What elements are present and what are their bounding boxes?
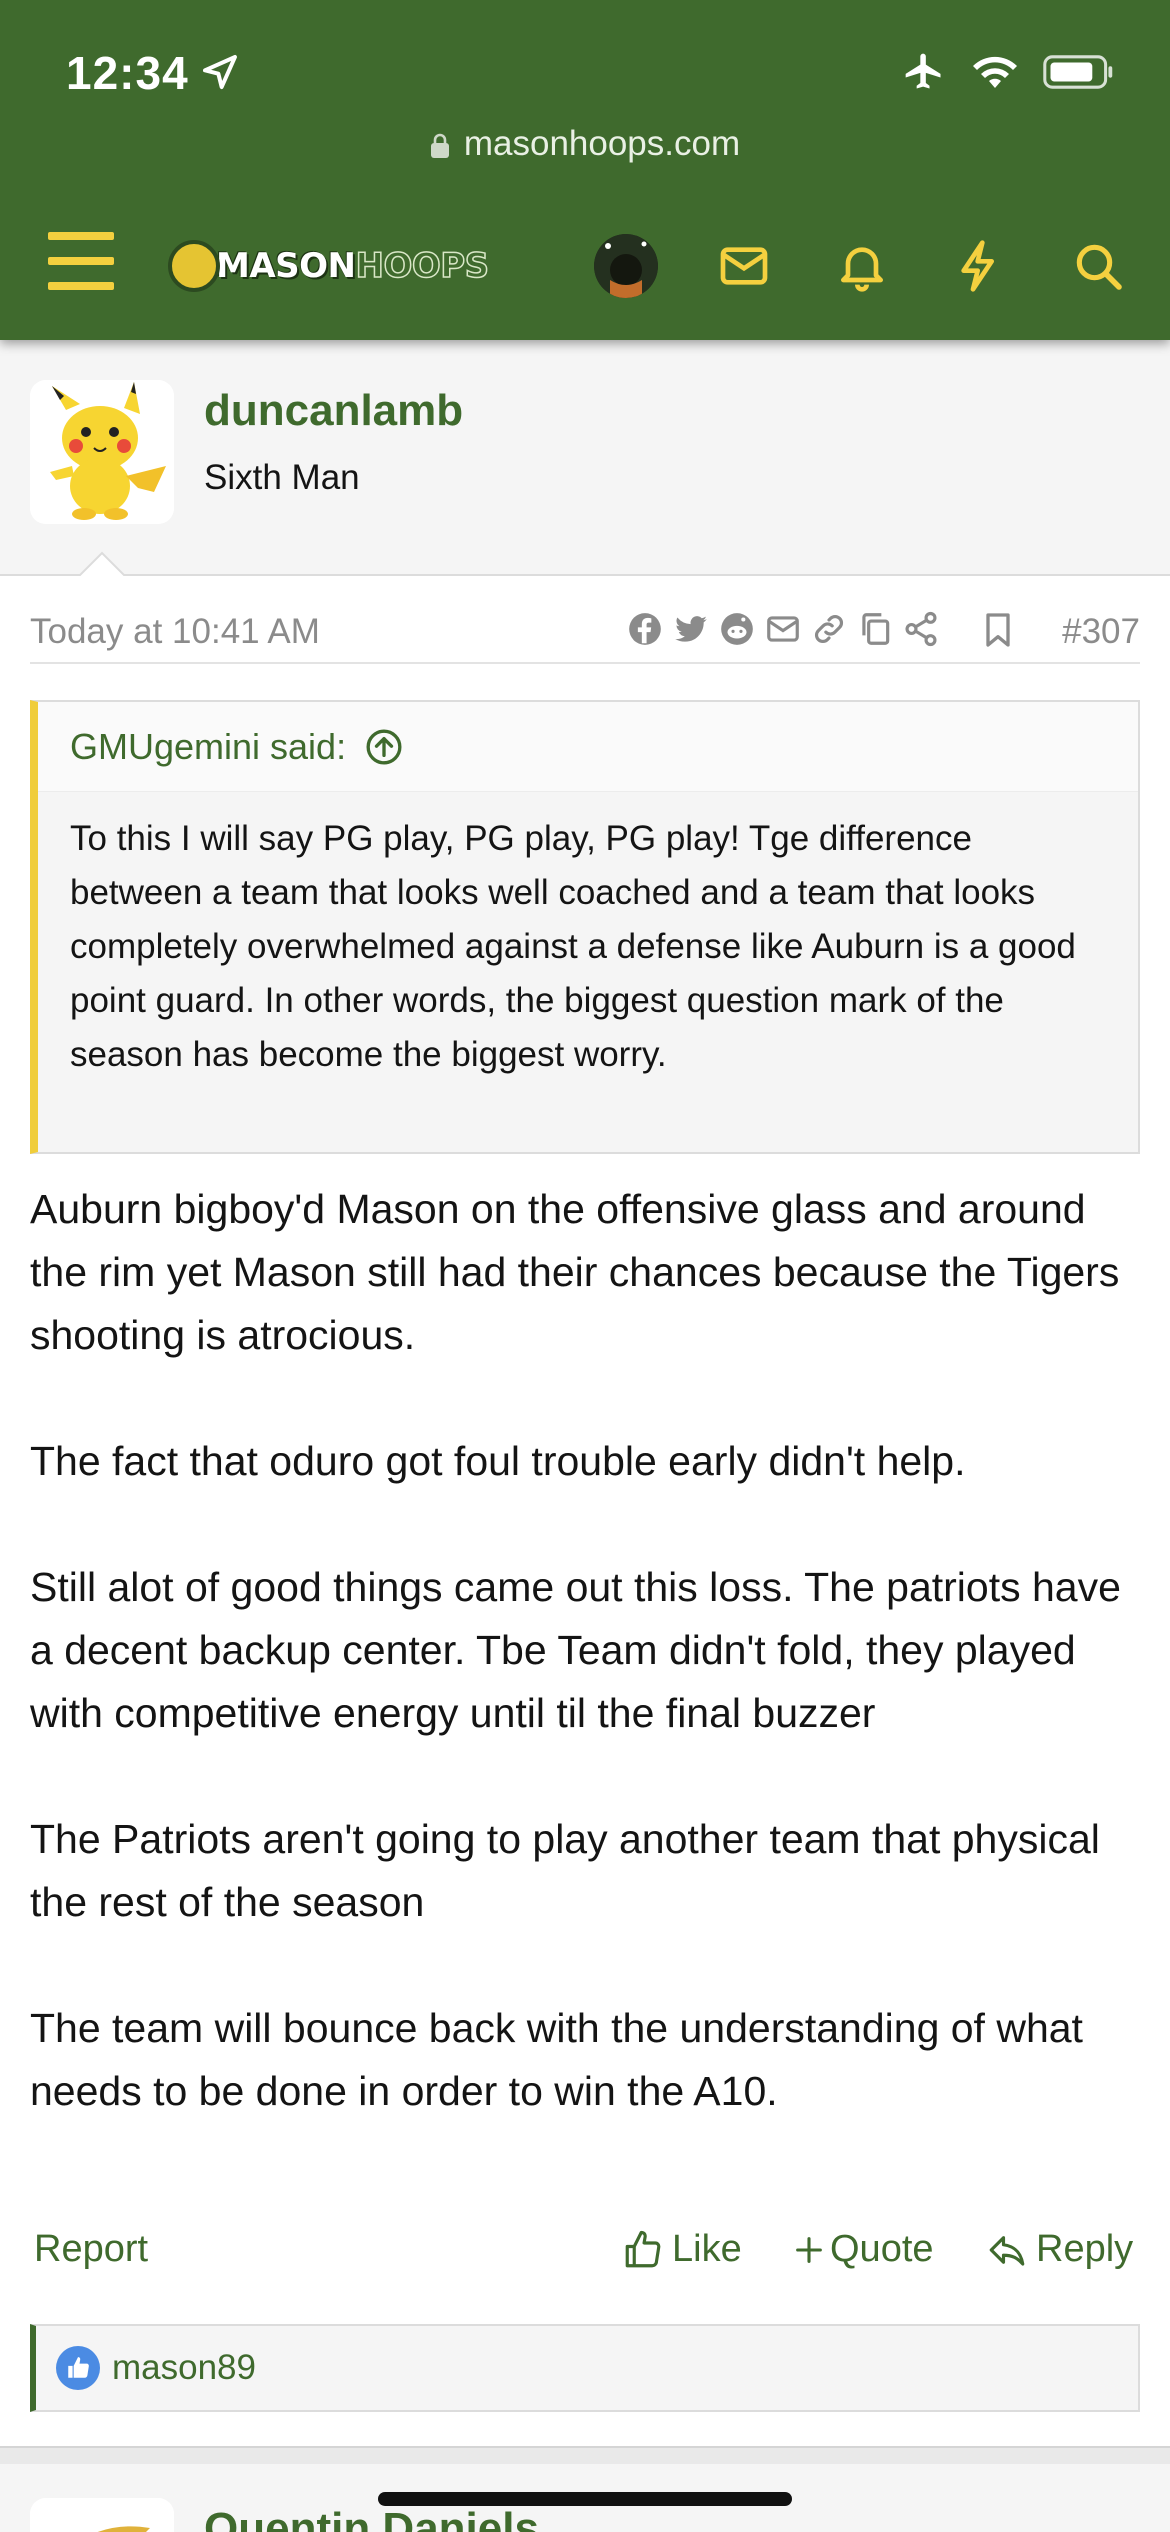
like-reaction-icon [56, 2346, 100, 2390]
post-message: Auburn bigboy'd Mason on the offensive g… [30, 1178, 1140, 2186]
link-icon[interactable] [810, 610, 848, 648]
reddit-icon[interactable] [718, 610, 756, 648]
quote-author[interactable]: GMUgemini said: [70, 726, 346, 768]
top-nav: MASONHOOPS [0, 220, 1170, 310]
lock-icon [430, 133, 449, 158]
mail-icon[interactable] [716, 238, 772, 294]
location-arrow-icon [203, 55, 237, 89]
next-author-avatar[interactable] [30, 2498, 174, 2532]
site-logo[interactable]: MASONHOOPS [168, 236, 490, 296]
report-link[interactable]: Report [34, 2228, 148, 2271]
post-meta: Today at 10:41 AM #307 [30, 608, 1140, 664]
twitter-icon[interactable] [672, 610, 710, 648]
bookmark-icon[interactable] [978, 610, 1018, 650]
site-header: 12:34 masonhoops.com MASONHOOPS [0, 0, 1170, 340]
like-label: Like [672, 2228, 742, 2270]
plus-icon [796, 2236, 822, 2263]
battery-icon [1043, 55, 1113, 89]
reaction-users[interactable]: mason89 [112, 2348, 256, 2388]
status-icons [900, 50, 1116, 94]
message-paragraph: Still alot of good things came out this … [30, 1564, 1121, 1736]
post-number[interactable]: #307 [1062, 612, 1140, 652]
airplane-icon [905, 53, 941, 89]
user-avatar[interactable] [594, 234, 658, 298]
post-date[interactable]: Today at 10:41 AM [30, 612, 320, 652]
quote-text: To this I will say PG play, PG play, PG … [70, 819, 1076, 1074]
facebook-icon[interactable] [626, 610, 664, 648]
logo-text: MASONHOOPS [216, 245, 490, 287]
wifi-icon [973, 56, 1017, 88]
quote-label: Quote [830, 2228, 934, 2270]
message-paragraph: The Patriots aren't going to play anothe… [30, 1816, 1100, 1925]
reply-arrow-icon [989, 2235, 1025, 2266]
search-icon[interactable] [1070, 238, 1126, 294]
message-paragraph: Auburn bigboy'd Mason on the offensive g… [30, 1186, 1120, 1358]
quote-header: GMUgemini said: [38, 702, 1138, 792]
next-author-username[interactable]: Quentin Daniels [204, 2504, 539, 2532]
menu-icon[interactable] [48, 232, 114, 290]
basketball-logo-icon [168, 240, 220, 292]
post-divider [0, 2446, 1170, 2464]
address-bar[interactable]: masonhoops.com [0, 124, 1170, 164]
status-time: 12:34 [66, 47, 189, 99]
like-button[interactable]: Like [622, 2228, 742, 2271]
share-icon[interactable] [902, 610, 940, 648]
home-indicator[interactable] [378, 2492, 792, 2506]
author-arrow-notch [78, 551, 126, 578]
lightning-icon[interactable] [952, 238, 1008, 294]
author-title: Sixth Man [204, 458, 360, 497]
message-paragraph: The fact that oduro got foul trouble ear… [30, 1438, 966, 1484]
arrow-up-circle-icon[interactable] [364, 727, 404, 767]
bell-icon[interactable] [834, 238, 890, 294]
quote-block: GMUgemini said: To this I will say PG pl… [30, 700, 1140, 1154]
reactions-bar[interactable]: mason89 [30, 2324, 1140, 2412]
copy-icon[interactable] [856, 610, 894, 648]
author-avatar[interactable] [30, 380, 174, 524]
share-icons [626, 610, 940, 648]
thumbs-up-icon [625, 2230, 661, 2267]
message-paragraph: The team will bounce back with the under… [30, 2005, 1083, 2114]
post-actions: Report Like Quote Reply [30, 2228, 1140, 2284]
author-username[interactable]: duncanlamb [204, 386, 463, 436]
email-icon[interactable] [764, 610, 802, 648]
reply-button[interactable]: Reply [986, 2228, 1133, 2271]
post-author-block: duncanlamb Sixth Man [0, 340, 1170, 576]
reply-label: Reply [1036, 2228, 1134, 2270]
quote-button[interactable]: Quote [792, 2228, 934, 2271]
url-text: masonhoops.com [463, 124, 741, 163]
